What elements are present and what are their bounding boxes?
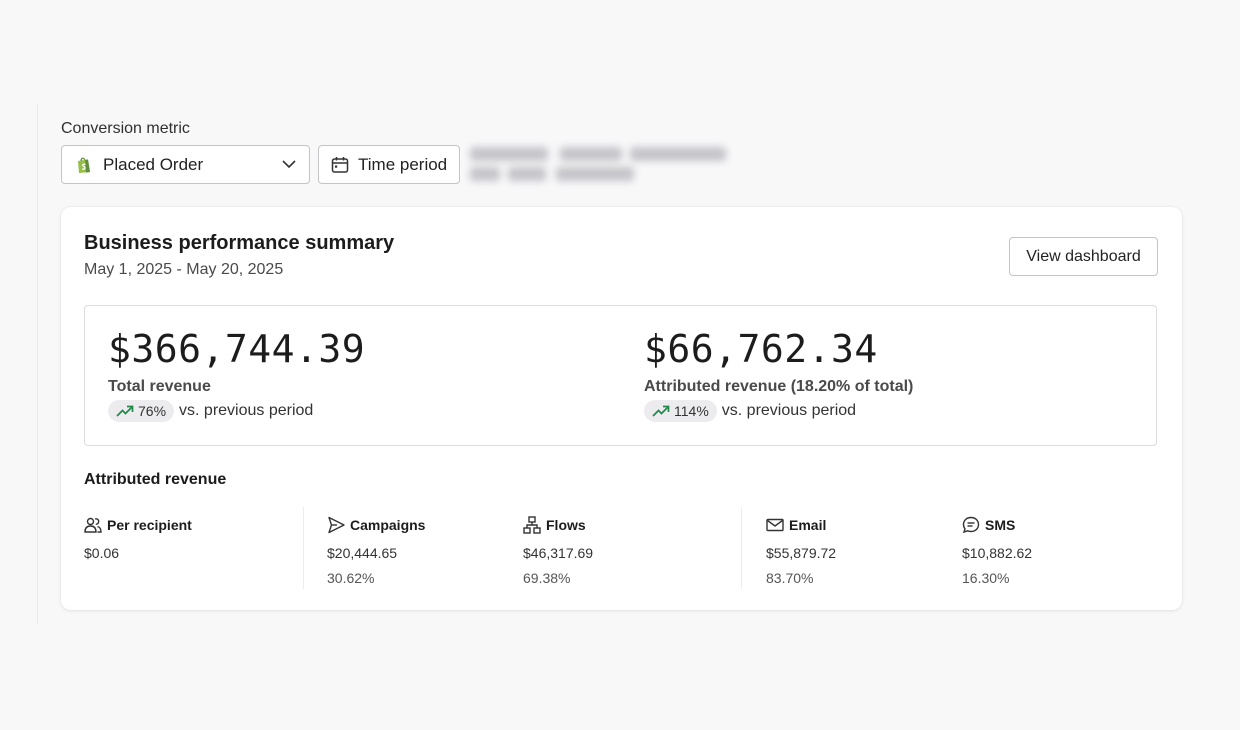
- column-value: $20,444.65: [327, 545, 398, 561]
- divider: [741, 507, 742, 589]
- business-performance-card: Business performance summary May 1, 2025…: [61, 207, 1182, 610]
- trend-up-icon: [652, 404, 670, 418]
- total-revenue-trend: 76% vs. previous period: [108, 400, 365, 422]
- sms-icon: [962, 516, 980, 534]
- per-recipient-column: Per recipient $0.06: [84, 516, 192, 570]
- left-border: [37, 104, 38, 624]
- redacted-filter-area: [468, 143, 728, 187]
- date-range: May 1, 2025 - May 20, 2025: [84, 261, 284, 278]
- card-title: Business performance summary: [84, 232, 395, 254]
- column-percent: 30.62%: [327, 570, 375, 586]
- attributed-revenue-label: Attributed revenue (18.20% of total): [644, 378, 914, 395]
- flows-column: Flows $46,317.69 69.38%: [523, 516, 593, 586]
- comparison-text: vs. previous period: [179, 402, 314, 419]
- trend-badge: 114%: [644, 400, 717, 422]
- people-icon: [84, 516, 102, 534]
- trend-up-icon: [116, 404, 134, 418]
- campaigns-column: Campaigns $20,444.65 30.62%: [327, 516, 425, 586]
- total-revenue-stat: $366,744.39 Total revenue 76% vs. previo…: [108, 326, 365, 422]
- mail-icon: [766, 516, 784, 534]
- flow-icon: [523, 516, 541, 534]
- attributed-revenue-value: $66,762.34: [644, 327, 878, 371]
- column-percent: 16.30%: [962, 570, 1010, 586]
- view-dashboard-button[interactable]: View dashboard: [1009, 237, 1158, 276]
- time-period-label: Time period: [358, 154, 448, 174]
- conversion-metric-select[interactable]: Placed Order: [61, 145, 310, 184]
- column-label: Email: [789, 517, 827, 533]
- email-column: Email $55,879.72 83.70%: [766, 516, 836, 586]
- conversion-metric-label: Conversion metric: [61, 120, 190, 137]
- attributed-revenue-trend: 114% vs. previous period: [644, 400, 913, 422]
- sms-column: SMS $10,882.62 16.30%: [962, 516, 1032, 586]
- column-label: Campaigns: [350, 517, 426, 533]
- shopify-icon: [75, 156, 93, 174]
- trend-percent: 76%: [138, 403, 167, 419]
- total-revenue-value: $366,744.39: [108, 327, 366, 371]
- column-value: $46,317.69: [523, 545, 594, 561]
- revenue-stats-box: $366,744.39 Total revenue 76% vs. previo…: [84, 305, 1157, 446]
- column-value: $10,882.62: [962, 545, 1033, 561]
- divider: [303, 507, 304, 589]
- trend-percent: 114%: [674, 403, 709, 419]
- calendar-icon: [331, 156, 349, 174]
- column-percent: 83.70%: [766, 570, 814, 586]
- comparison-text: vs. previous period: [721, 402, 857, 419]
- attributed-revenue-heading: Attributed revenue: [84, 471, 227, 488]
- column-label: SMS: [985, 517, 1016, 533]
- trend-badge: 76%: [108, 400, 175, 422]
- column-percent: 69.38%: [523, 570, 571, 586]
- column-value: $0.06: [84, 545, 120, 561]
- attributed-revenue-stat: $66,762.34 Attributed revenue (18.20% of…: [644, 326, 913, 422]
- chevron-down-icon: [281, 156, 297, 172]
- time-period-button[interactable]: Time period: [318, 145, 460, 184]
- conversion-metric-value: Placed Order: [103, 154, 204, 174]
- total-revenue-label: Total revenue: [108, 378, 211, 395]
- column-label: Per recipient: [107, 517, 192, 533]
- send-icon: [327, 516, 345, 534]
- column-value: $55,879.72: [766, 545, 837, 561]
- column-label: Flows: [546, 517, 586, 533]
